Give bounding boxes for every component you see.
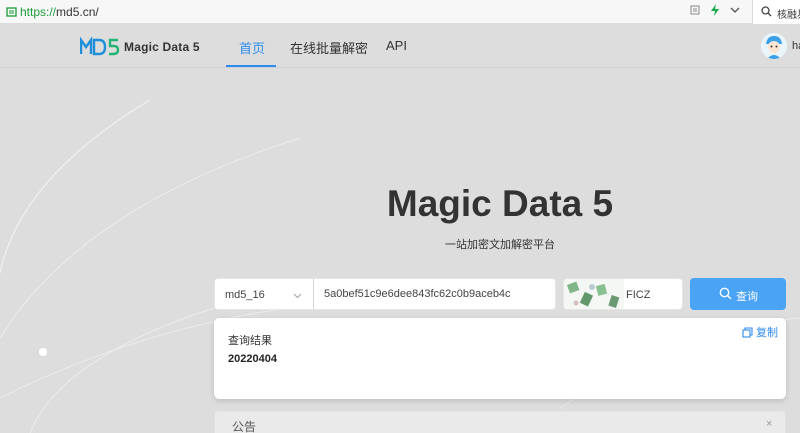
- nav-batch-decrypt[interactable]: 在线批量解密: [290, 38, 368, 57]
- result-label: 查询结果: [228, 335, 272, 347]
- md5-logo: [80, 37, 120, 56]
- lightning-icon[interactable]: [710, 4, 720, 16]
- hash-type-value: md5_16: [225, 289, 265, 301]
- site-header: Magic Data 5 首页 在线批量解密 API ha: [0, 24, 800, 68]
- captcha-input[interactable]: FICZ: [626, 289, 650, 301]
- hero-title: Magic Data 5: [386, 183, 614, 224]
- page-icon: [6, 7, 17, 17]
- url-text[interactable]: https://md5.cn/: [20, 5, 99, 19]
- reader-mode-icon[interactable]: [690, 5, 700, 15]
- search-icon: [761, 6, 772, 17]
- brand-name: Magic Data 5: [124, 40, 200, 54]
- hash-input-field[interactable]: [314, 279, 555, 309]
- query-button-label: 查询: [736, 291, 758, 303]
- chevron-down-icon: [293, 293, 302, 299]
- nav-active-indicator: [226, 65, 276, 67]
- nav-api[interactable]: API: [386, 38, 407, 53]
- query-button[interactable]: 查询: [690, 278, 786, 310]
- user-name[interactable]: ha: [792, 40, 800, 52]
- captcha-box[interactable]: FICZ: [563, 278, 683, 310]
- hash-input[interactable]: [313, 278, 556, 310]
- copy-label: 复制: [756, 327, 778, 339]
- copy-icon: [742, 326, 753, 338]
- search-icon: [719, 287, 732, 300]
- browser-search-text: 核融易: [777, 10, 800, 21]
- close-icon[interactable]: ×: [766, 418, 772, 430]
- hero-subtitle: 一站加密文加解密平台: [445, 239, 555, 251]
- announcement-panel: 公告 ×: [214, 411, 786, 433]
- chevron-down-icon[interactable]: [730, 5, 740, 15]
- result-value: 20220404: [228, 353, 277, 365]
- user-avatar[interactable]: [761, 33, 787, 59]
- copy-button[interactable]: 复制: [742, 324, 778, 340]
- captcha-image[interactable]: [564, 279, 624, 310]
- result-card: 查询结果 20220404 复制: [214, 318, 786, 399]
- browser-search-box[interactable]: 核融易: [752, 0, 800, 24]
- announcement-title: 公告: [232, 420, 257, 433]
- nav-home[interactable]: 首页: [239, 38, 265, 57]
- hash-type-select[interactable]: md5_16: [214, 278, 314, 310]
- browser-address-bar[interactable]: https://md5.cn/ 核融易: [0, 0, 800, 24]
